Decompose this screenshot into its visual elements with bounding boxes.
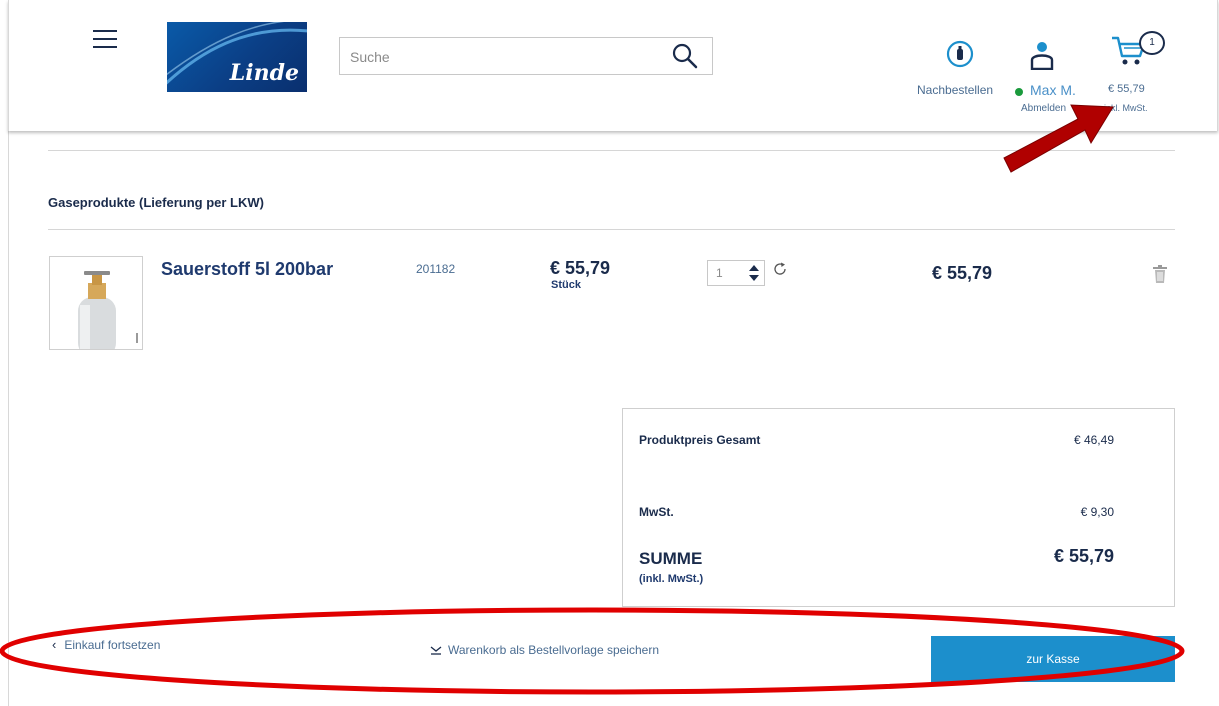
search-box[interactable] [339,37,713,75]
subtotal-label: Produktpreis Gesamt [639,433,761,447]
vat-label: MwSt. [639,505,674,519]
cart-total[interactable]: € 55,79 [1108,83,1145,95]
save-template-link[interactable]: Warenkorb als Bestellvorlage speichern [430,643,659,657]
cart-vat-note: inkl. MwSt. [1104,103,1148,113]
save-template-label: Warenkorb als Bestellvorlage speichern [448,643,659,657]
search-input[interactable] [348,46,652,68]
user-icon[interactable] [1029,40,1055,70]
section-title: Gaseprodukte (Lieferung per LKW) [48,195,264,210]
continue-shopping-link[interactable]: ‹ Einkauf fortsetzen [52,637,160,652]
logout-link[interactable]: Abmelden [1021,103,1066,114]
unit-label: Stück [551,279,581,291]
vat-value: € 9,30 [1080,505,1114,519]
order-summary: Produktpreis Gesamt € 46,49 MwSt. € 9,30… [622,408,1175,607]
quantity-field[interactable] [707,260,765,286]
online-status-dot [1015,88,1023,96]
product-thumbnail[interactable] [49,256,143,350]
article-number: 201182 [416,262,456,276]
chevron-down-icon [430,646,442,655]
quantity-input[interactable] [714,265,742,281]
total-value: € 55,79 [1053,546,1114,566]
continue-shopping-label: Einkauf fortsetzen [64,638,161,652]
divider [48,150,1175,151]
menu-icon[interactable] [93,30,117,48]
subtotal-value: € 46,49 [1073,433,1114,447]
logo-wordmark: Linde [229,60,299,86]
search-icon[interactable] [672,43,698,69]
total-label: SUMME [639,549,703,568]
reset-quantity-icon[interactable] [772,261,788,277]
user-name[interactable]: Max M. [1030,82,1076,98]
reorder-label[interactable]: Nachbestellen [917,83,993,97]
cart-count-badge[interactable]: 1 [1139,31,1165,55]
gas-cylinder-image [78,271,138,349]
reorder-icon[interactable] [946,40,974,68]
checkout-button[interactable]: zur Kasse [931,636,1175,682]
divider [48,229,1175,230]
total-vat-note: (inkl. MwSt.) [639,573,704,585]
trash-icon[interactable] [1152,264,1168,284]
line-total: € 55,79 [932,263,993,283]
page-left-border [8,131,9,706]
product-name[interactable]: Sauerstoff 5l 200bar [161,259,333,280]
quantity-stepper-icon[interactable] [748,264,760,282]
site-header: Linde Nachbestellen Max M. Abmelden 1 € … [8,0,1218,131]
unit-price: € 55,79 [550,258,611,278]
linde-logo[interactable]: Linde [167,22,307,92]
chevron-left-icon: ‹ [52,637,57,652]
